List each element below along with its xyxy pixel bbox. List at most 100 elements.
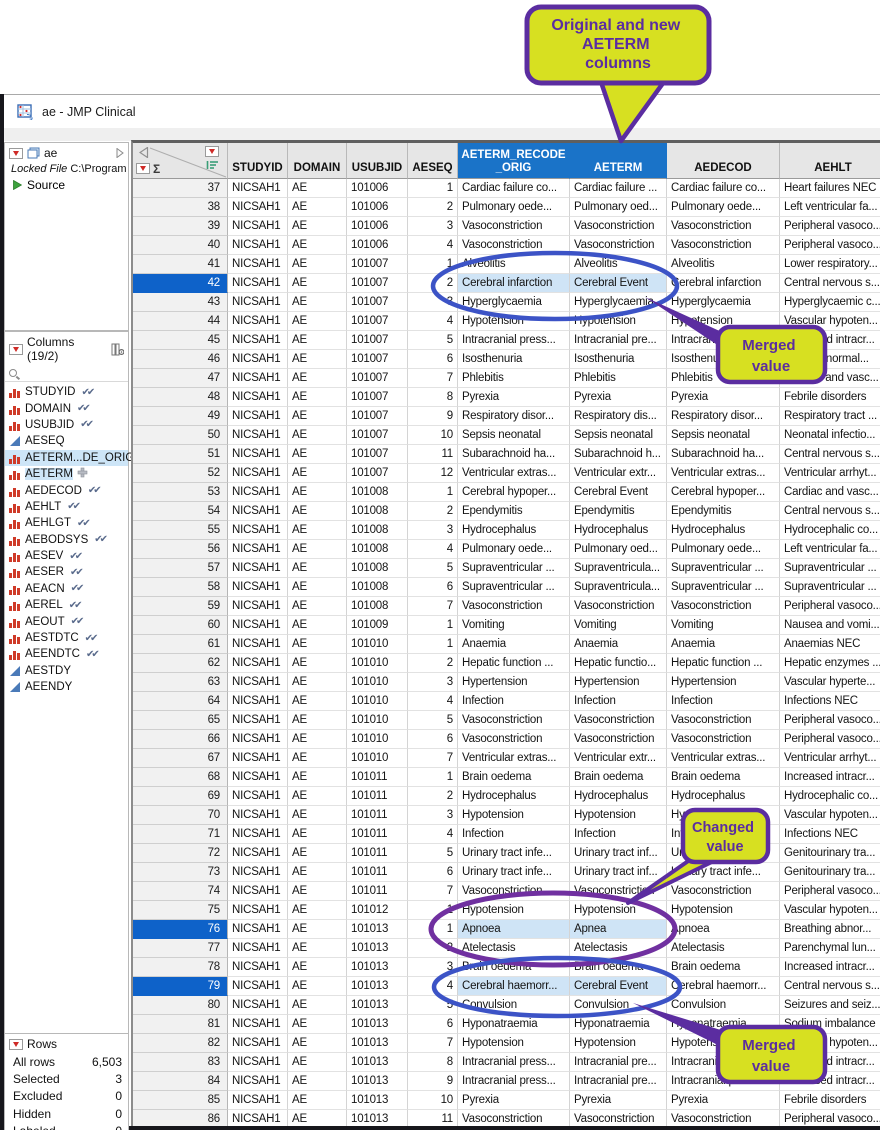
row-number-cell[interactable]: 86: [133, 1110, 228, 1126]
table-cell[interactable]: Vasoconstriction: [458, 711, 570, 730]
table-cell[interactable]: Vomiting: [570, 616, 667, 635]
table-cell[interactable]: AE: [288, 692, 347, 711]
table-cell[interactable]: Hepatic function ...: [667, 654, 780, 673]
table-cell[interactable]: Hypotension: [458, 312, 570, 331]
table-cell[interactable]: Vomiting: [667, 616, 780, 635]
table-cell[interactable]: NICSAH1: [228, 483, 288, 502]
table-cell[interactable]: 101011: [347, 844, 408, 863]
columns-search-input[interactable]: [5, 365, 128, 382]
table-cell[interactable]: Central nervous s...: [780, 445, 880, 464]
table-cell[interactable]: NICSAH1: [228, 578, 288, 597]
summation-icon[interactable]: Σ: [153, 162, 160, 176]
table-cell[interactable]: Ventricular extras...: [667, 749, 780, 768]
table-cell[interactable]: Hypertension: [570, 673, 667, 692]
table-cell[interactable]: 101006: [347, 217, 408, 236]
table-cell[interactable]: NICSAH1: [228, 198, 288, 217]
table-cell[interactable]: 101009: [347, 616, 408, 635]
table-cell[interactable]: Hypotension: [570, 1034, 667, 1053]
table-cell[interactable]: NICSAH1: [228, 901, 288, 920]
table-cell[interactable]: Brain oedema: [667, 768, 780, 787]
table-cell[interactable]: Vasoconstriction: [458, 882, 570, 901]
table-cell[interactable]: Infection: [570, 692, 667, 711]
column-item-aeacn[interactable]: AEACN✔✔: [5, 581, 128, 597]
table-cell[interactable]: AE: [288, 388, 347, 407]
table-cell[interactable]: 101010: [347, 730, 408, 749]
table-cell[interactable]: 1: [408, 920, 458, 939]
window-titlebar[interactable]: ae - JMP Clinical: [0, 94, 880, 128]
column-item-aehlt[interactable]: AEHLT✔✔: [5, 499, 128, 515]
column-header-aedecod[interactable]: AEDECOD: [667, 143, 780, 179]
table-cell[interactable]: Vasoconstriction: [667, 882, 780, 901]
table-cell[interactable]: Sepsis neonatal: [458, 426, 570, 445]
table-cell[interactable]: 101008: [347, 540, 408, 559]
table-cell[interactable]: AE: [288, 198, 347, 217]
table-cell[interactable]: Peripheral vasoco...: [780, 882, 880, 901]
table-cell[interactable]: Hypertension: [458, 673, 570, 692]
table-cell[interactable]: Infection: [667, 825, 780, 844]
table-cell[interactable]: Supraventricula...: [570, 559, 667, 578]
table-cell[interactable]: 7: [408, 369, 458, 388]
table-cell[interactable]: Vasoconstriction: [458, 730, 570, 749]
table-cell[interactable]: Vascular hyperte...: [780, 673, 880, 692]
table-cell[interactable]: Hepatic functio...: [570, 654, 667, 673]
table-cell[interactable]: Intracranial press...: [667, 1053, 780, 1072]
table-cell[interactable]: Vasoconstriction: [667, 1110, 780, 1126]
table-cell[interactable]: 3: [408, 806, 458, 825]
table-cell[interactable]: AE: [288, 559, 347, 578]
table-cell[interactable]: 11: [408, 1110, 458, 1126]
column-header-aeseq[interactable]: AESEQ: [408, 143, 458, 179]
row-number-cell[interactable]: 51: [133, 445, 228, 464]
table-cell[interactable]: 4: [408, 977, 458, 996]
row-number-cell[interactable]: 81: [133, 1015, 228, 1034]
table-cell[interactable]: 101013: [347, 1015, 408, 1034]
table-cell[interactable]: 101010: [347, 692, 408, 711]
table-cell[interactable]: Cerebral haemorr...: [667, 977, 780, 996]
row-number-cell[interactable]: 83: [133, 1053, 228, 1072]
table-cell[interactable]: Hypertension: [667, 673, 780, 692]
table-cell[interactable]: 101007: [347, 426, 408, 445]
table-cell[interactable]: Subarachnoid h...: [570, 445, 667, 464]
row-number-cell[interactable]: 50: [133, 426, 228, 445]
table-cell[interactable]: 1: [408, 616, 458, 635]
table-cell[interactable]: Hyponatraemia: [570, 1015, 667, 1034]
row-number-cell[interactable]: 52: [133, 464, 228, 483]
table-cell[interactable]: Hypotension: [667, 312, 780, 331]
table-cell[interactable]: 101007: [347, 293, 408, 312]
table-cell[interactable]: Vasoconstriction: [458, 1110, 570, 1126]
table-cell[interactable]: Alveolitis: [458, 255, 570, 274]
table-cell[interactable]: Infection: [458, 692, 570, 711]
table-cell[interactable]: Cerebral hypoper...: [667, 483, 780, 502]
row-number-cell[interactable]: 84: [133, 1072, 228, 1091]
table-cell[interactable]: NICSAH1: [228, 749, 288, 768]
column-item-usubjid[interactable]: USUBJID✔✔: [5, 417, 128, 433]
table-cell[interactable]: 101007: [347, 274, 408, 293]
table-cell[interactable]: AE: [288, 730, 347, 749]
table-cell[interactable]: AE: [288, 863, 347, 882]
column-item-aerel[interactable]: AEREL✔✔: [5, 597, 128, 613]
row-number-cell[interactable]: 60: [133, 616, 228, 635]
table-cell[interactable]: 2: [408, 939, 458, 958]
table-cell[interactable]: NICSAH1: [228, 312, 288, 331]
table-cell[interactable]: AE: [288, 1053, 347, 1072]
table-cell[interactable]: 101013: [347, 1072, 408, 1091]
row-number-cell[interactable]: 54: [133, 502, 228, 521]
table-cell[interactable]: 101007: [347, 350, 408, 369]
table-cell[interactable]: Ependymitis: [570, 502, 667, 521]
table-cell[interactable]: Vasoconstriction: [570, 236, 667, 255]
table-cell[interactable]: 2: [408, 274, 458, 293]
table-cell[interactable]: NICSAH1: [228, 939, 288, 958]
table-cell[interactable]: NICSAH1: [228, 1110, 288, 1126]
row-number-cell[interactable]: 63: [133, 673, 228, 692]
table-cell[interactable]: NICSAH1: [228, 255, 288, 274]
table-cell[interactable]: Alveolitis: [570, 255, 667, 274]
panel-expand-icon[interactable]: [116, 148, 124, 158]
table-cell[interactable]: Hydrocephalic co...: [780, 521, 880, 540]
table-cell[interactable]: 101010: [347, 654, 408, 673]
table-cell[interactable]: Hyponatraemia: [667, 1015, 780, 1034]
table-cell[interactable]: AE: [288, 312, 347, 331]
row-number-cell[interactable]: 68: [133, 768, 228, 787]
table-cell[interactable]: 6: [408, 350, 458, 369]
table-cell[interactable]: AE: [288, 958, 347, 977]
table-cell[interactable]: Hypotension: [667, 1034, 780, 1053]
table-cell[interactable]: 101007: [347, 312, 408, 331]
